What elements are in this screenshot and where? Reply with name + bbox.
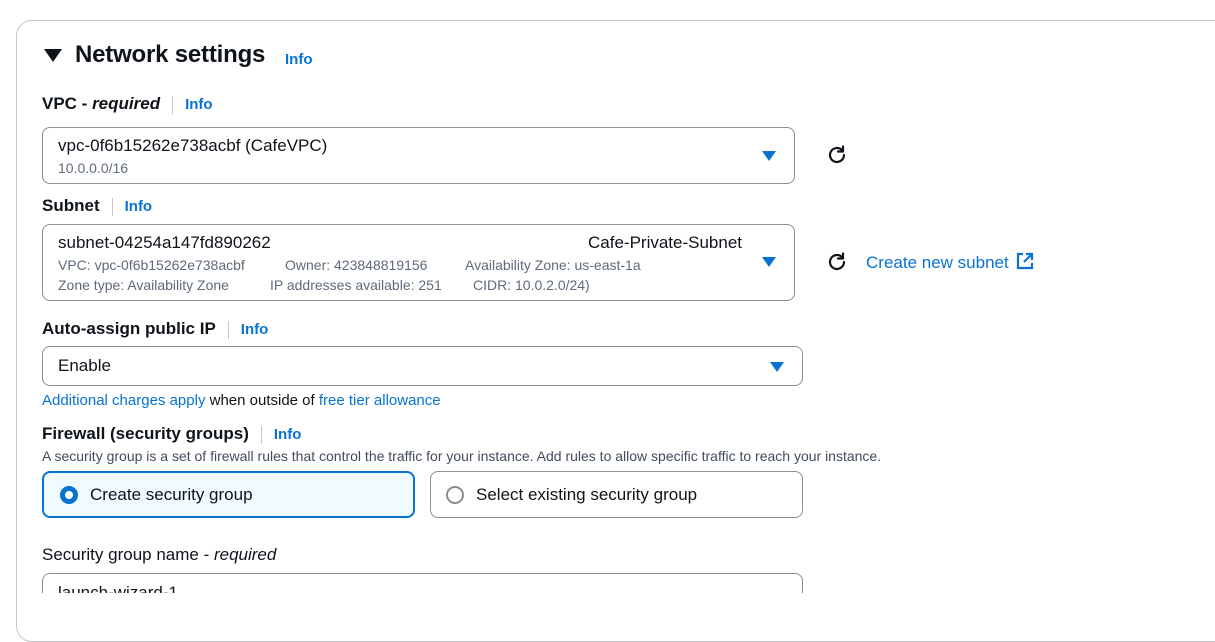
vpc-required: required	[92, 94, 161, 113]
caret-down-icon	[762, 151, 776, 161]
free-tier-link[interactable]: free tier allowance	[319, 392, 441, 409]
section-info-link[interactable]: Info	[285, 51, 313, 68]
external-link-icon	[1017, 252, 1034, 270]
subnet-owner: Owner: 423848819156	[285, 257, 428, 273]
vpc-info-link[interactable]: Info	[185, 96, 213, 113]
auto-ip-label-text: Auto-assign public IP	[42, 319, 216, 338]
vpc-label: VPC - required Info	[42, 94, 213, 114]
subnet-cidr: CIDR: 10.0.2.0/24)	[473, 277, 590, 293]
subnet-select[interactable]: subnet-04254a147fd890262 Cafe-Private-Su…	[42, 224, 795, 301]
subnet-az: Availability Zone: us-east-1a	[465, 257, 641, 273]
create-new-subnet-link[interactable]: Create new subnet	[866, 252, 1034, 273]
subnet-zone-type: Zone type: Availability Zone	[58, 277, 229, 293]
auto-ip-value: Enable	[58, 356, 111, 375]
section-title: Network settings	[75, 41, 266, 68]
subnet-info-link[interactable]: Info	[125, 198, 153, 215]
sg-name-value: launch-wizard-1	[58, 583, 178, 593]
divider	[111, 197, 113, 216]
charges-note: Additional charges apply when outside of…	[42, 392, 441, 409]
divider	[260, 425, 262, 444]
additional-charges-link[interactable]: Additional charges apply	[42, 392, 205, 409]
sg-name-label-text: Security group name -	[42, 545, 214, 564]
auto-ip-label: Auto-assign public IP Info	[42, 319, 268, 339]
firewall-label-text: Firewall (security groups)	[42, 424, 249, 443]
refresh-icon[interactable]	[825, 250, 849, 274]
auto-ip-info-link[interactable]: Info	[241, 321, 269, 338]
firewall-label: Firewall (security groups) Info	[42, 424, 301, 444]
vpc-select[interactable]: vpc-0f6b15262e738acbf (CafeVPC) 10.0.0.0…	[42, 127, 795, 184]
vpc-cidr: 10.0.0.0/16	[58, 160, 129, 176]
firewall-info-link[interactable]: Info	[274, 426, 302, 443]
divider	[227, 320, 229, 339]
sg-name-required: required	[213, 545, 277, 564]
create-security-group-option[interactable]: Create security group	[42, 471, 415, 518]
subnet-label-text: Subnet	[42, 196, 100, 215]
radio-selected-icon	[60, 485, 78, 504]
subnet-ip-available: IP addresses available: 251	[270, 277, 442, 293]
subnet-vpc: VPC: vpc-0f6b15262e738acbf	[58, 257, 245, 273]
charges-note-mid: when outside of	[205, 392, 319, 409]
sg-name-label: Security group name - required	[42, 545, 276, 565]
auto-ip-select[interactable]: Enable	[42, 346, 803, 386]
select-existing-security-group-label: Select existing security group	[476, 484, 698, 504]
subnet-id: subnet-04254a147fd890262	[58, 233, 271, 252]
firewall-description: A security group is a set of firewall ru…	[42, 448, 882, 464]
select-existing-security-group-option[interactable]: Select existing security group	[430, 471, 803, 518]
subnet-label: Subnet Info	[42, 196, 152, 216]
refresh-icon[interactable]	[825, 143, 849, 167]
radio-empty-icon	[446, 485, 464, 504]
vpc-label-text: VPC -	[42, 94, 93, 113]
subnet-name: Cafe-Private-Subnet	[588, 233, 743, 252]
sg-name-input[interactable]: launch-wizard-1	[42, 573, 803, 593]
create-security-group-label: Create security group	[90, 484, 253, 504]
vpc-value: vpc-0f6b15262e738acbf (CafeVPC)	[58, 136, 328, 155]
collapse-caret-icon[interactable]	[44, 49, 62, 62]
caret-down-icon	[762, 257, 776, 267]
create-new-subnet-text: Create new subnet	[866, 253, 1009, 272]
caret-down-icon	[770, 362, 784, 372]
divider	[172, 95, 174, 114]
